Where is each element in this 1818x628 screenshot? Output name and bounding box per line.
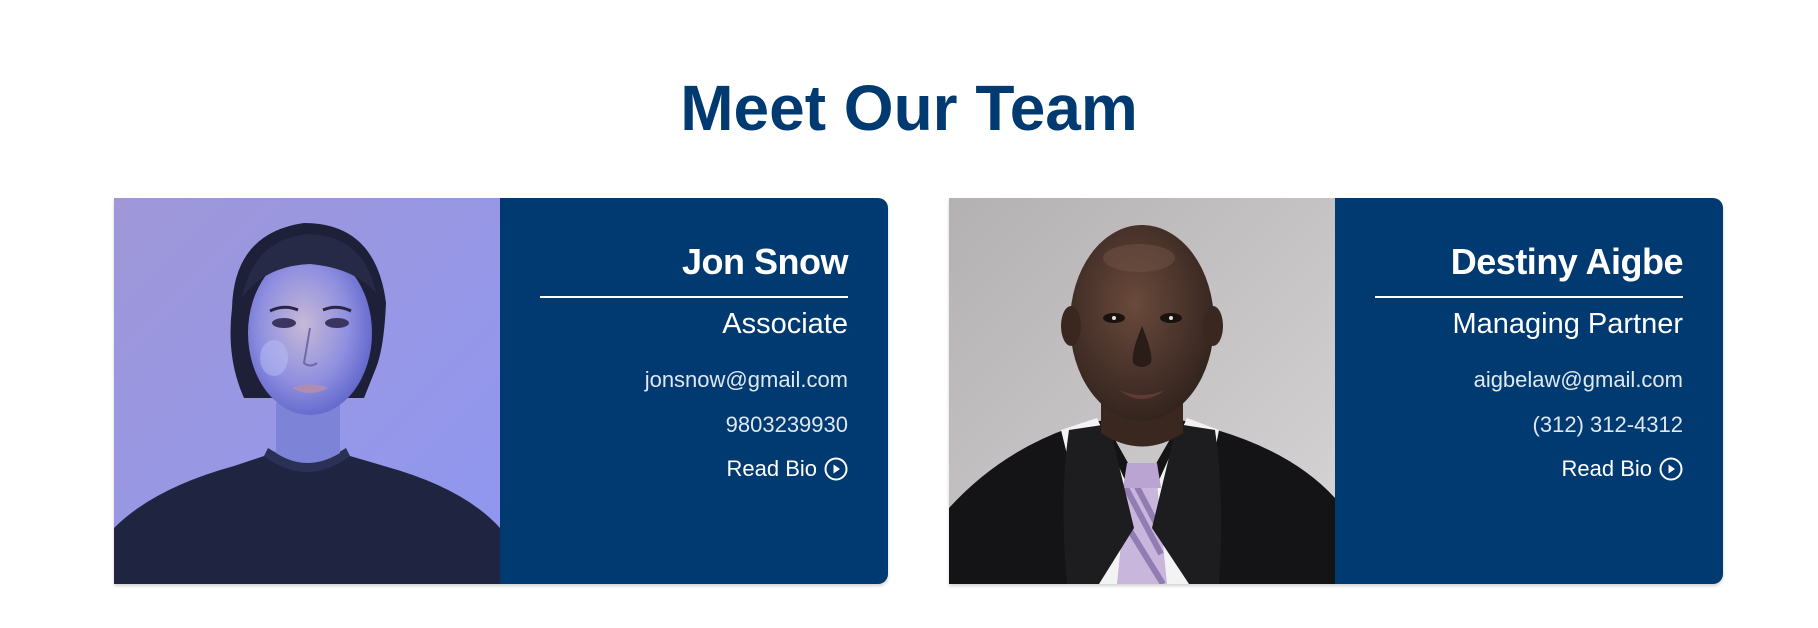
member-photo [949,198,1335,584]
team-section: Meet Our Team Jon Snow Associate jonsnow… [0,0,1818,628]
member-phone[interactable]: (312) 312-4312 [1375,411,1683,439]
member-photo [114,198,500,584]
section-title: Meet Our Team [680,72,1138,144]
member-role: Managing Partner [1452,308,1683,340]
team-member-card: Destiny Aigbe Managing Partner aigbelaw@… [949,198,1723,584]
divider [540,296,848,298]
team-member-card: Jon Snow Associate jonsnow@gmail.com 980… [114,198,888,584]
read-bio-label: Read Bio [726,456,817,481]
member-name: Destiny Aigbe [1450,241,1684,282]
member-info: Jon Snow Associate jonsnow@gmail.com 980… [500,198,888,584]
play-circle-icon [824,457,848,481]
member-email[interactable]: aigbelaw@gmail.com [1375,366,1683,394]
read-bio-link[interactable]: Read Bio [726,455,848,483]
member-email[interactable]: jonsnow@gmail.com [540,366,848,394]
member-role: Associate [722,308,848,340]
play-circle-icon [1659,457,1683,481]
member-info: Destiny Aigbe Managing Partner aigbelaw@… [1335,198,1723,584]
read-bio-link[interactable]: Read Bio [1561,455,1683,483]
portrait-woman-photo [114,198,500,584]
divider [1375,296,1683,298]
member-name: Jon Snow [682,241,849,282]
portrait-man-photo [949,198,1335,584]
read-bio-label: Read Bio [1561,456,1652,481]
member-phone[interactable]: 9803239930 [540,411,848,439]
